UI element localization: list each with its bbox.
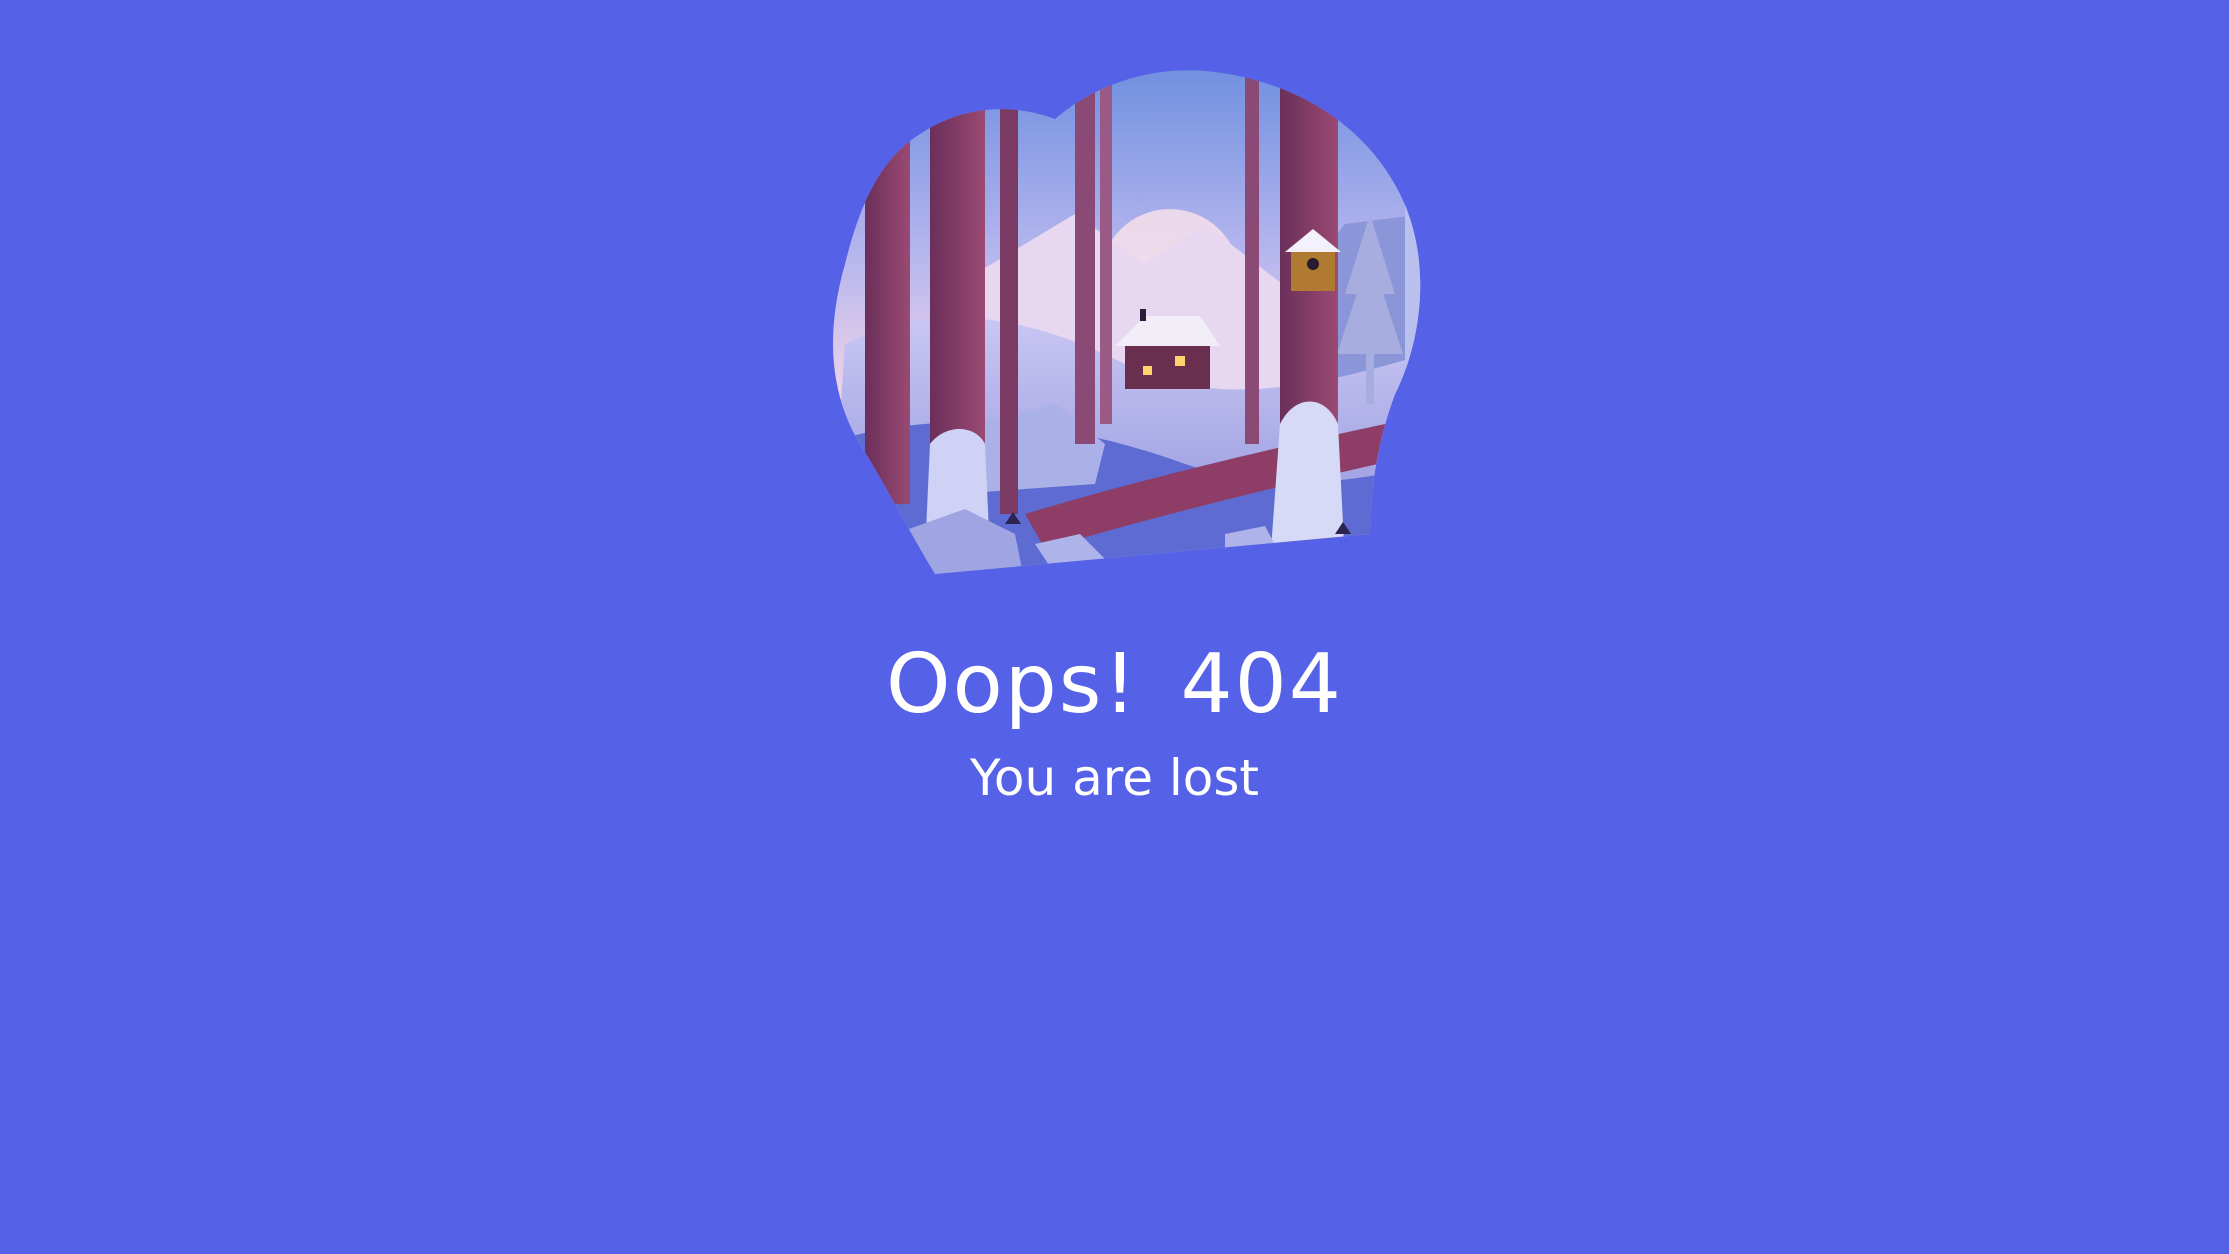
error-subtitle: You are lost bbox=[970, 749, 1259, 807]
winter-forest-illustration bbox=[825, 64, 1465, 634]
error-page: Oops! 404 You are lost bbox=[0, 0, 2229, 1254]
error-title: Oops! 404 bbox=[886, 637, 1343, 732]
